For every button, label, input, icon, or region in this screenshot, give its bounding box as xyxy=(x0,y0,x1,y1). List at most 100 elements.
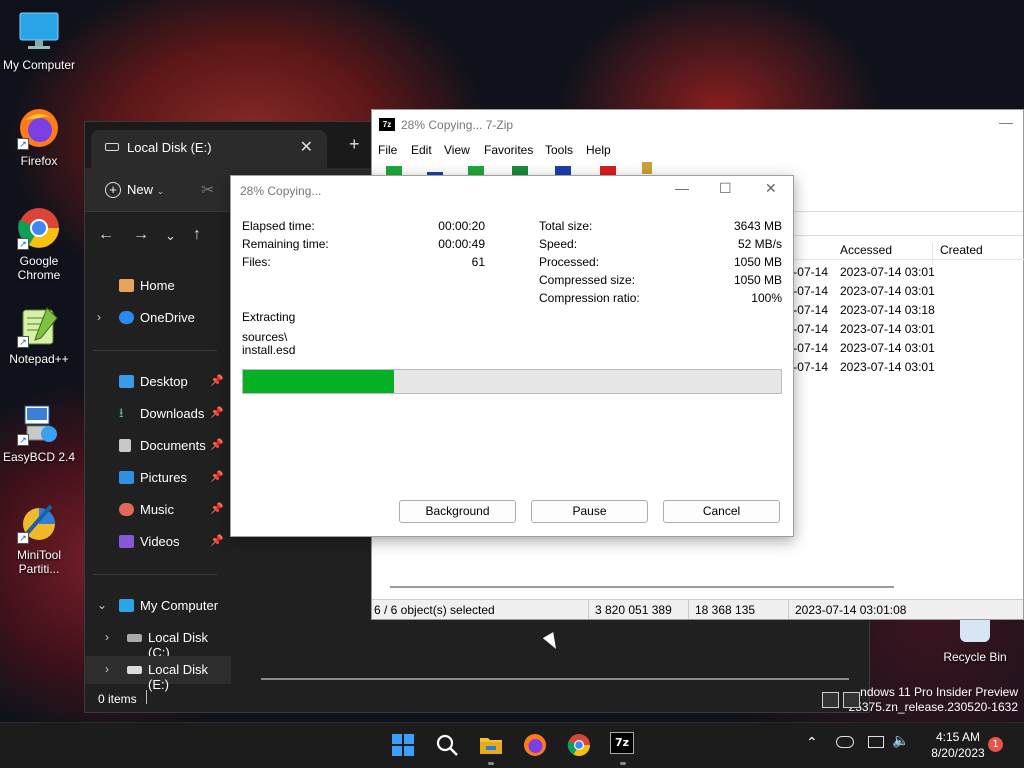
home-icon xyxy=(119,279,134,292)
taskbar-firefox[interactable] xyxy=(522,732,548,758)
chevron-down-icon: ⌄ xyxy=(156,186,165,196)
sevenzip-title: 28% Copying... 7-Zip xyxy=(401,118,514,132)
close-tab-icon[interactable]: ✕ xyxy=(300,137,313,157)
column-created[interactable]: Created xyxy=(940,243,983,257)
status-packed: 18 368 135 xyxy=(695,603,756,617)
sidebar-item-documents[interactable]: Documents 📌 xyxy=(85,432,231,460)
status-divider xyxy=(688,600,689,619)
info-icon[interactable] xyxy=(642,162,652,174)
maximize-icon[interactable]: ☐ xyxy=(719,180,732,197)
explorer-tab[interactable]: Local Disk (E:) ✕ xyxy=(91,130,327,168)
desktop-icon-chrome[interactable]: ↗ Google Chrome xyxy=(1,206,77,282)
details-view-icon[interactable] xyxy=(822,692,839,708)
drive-icon xyxy=(105,143,119,151)
sidebar-item-label: Home xyxy=(140,278,175,293)
desktop-icon-minitool[interactable]: ↗ MiniTool Partiti... xyxy=(1,500,77,576)
sidebar-item-local-disk-e[interactable]: › Local Disk (E:) xyxy=(85,656,231,692)
desktop-icon-my-computer[interactable]: My Computer xyxy=(1,10,77,72)
cell-accessed: 2023-07-14 03:01 xyxy=(840,360,935,374)
background-button[interactable]: Background xyxy=(399,500,516,523)
desktop-icon-firefox[interactable]: ↗ Firefox xyxy=(1,106,77,168)
sidebar-item-home[interactable]: Home xyxy=(85,272,231,300)
column-accessed[interactable]: Accessed xyxy=(840,243,892,257)
pin-icon[interactable]: 📌 xyxy=(210,534,224,547)
sidebar-item-local-disk-c[interactable]: › Local Disk (C:) xyxy=(85,624,231,660)
explorer-tab-title: Local Disk (E:) xyxy=(127,140,212,155)
desktop-icon-easybcd[interactable]: ↗ EasyBCD 2.4 xyxy=(1,402,77,464)
up-arrow-icon[interactable]: ↑ xyxy=(193,226,201,244)
chrome-icon xyxy=(567,734,590,756)
taskbar-clock[interactable]: 4:15 AM 8/20/2023 xyxy=(918,729,998,761)
shortcut-arrow-icon: ↗ xyxy=(17,138,29,150)
chevron-right-icon: › xyxy=(97,310,101,324)
new-tab-icon[interactable]: + xyxy=(349,134,360,155)
large-icons-view-icon[interactable] xyxy=(842,692,860,708)
forward-arrow-icon[interactable]: → xyxy=(133,226,149,244)
download-icon: ⭳ xyxy=(119,405,124,420)
network-icon[interactable] xyxy=(868,736,884,748)
sidebar-item-videos[interactable]: Videos 📌 xyxy=(85,528,231,556)
sidebar-item-desktop[interactable]: Desktop 📌 xyxy=(85,368,231,396)
taskbar-file-explorer[interactable] xyxy=(478,732,504,765)
notepadpp-icon: ↗ xyxy=(17,304,61,348)
cut-icon[interactable]: ✂ xyxy=(201,180,214,200)
progress-bar xyxy=(242,369,782,394)
sevenzip-logo-icon: 7z xyxy=(379,118,395,131)
copying-dialog[interactable]: 28% Copying... — ☐ ✕ Elapsed time: 00:00… xyxy=(230,175,794,537)
taskbar-chrome[interactable] xyxy=(566,732,592,758)
cell-modified: 2023-07-14 03:01 xyxy=(794,284,828,298)
search-button[interactable] xyxy=(434,732,460,758)
desktop-icon-recycle-bin[interactable]: Recycle Bin xyxy=(940,620,1010,664)
cancel-button[interactable]: Cancel xyxy=(663,500,780,523)
menu-help[interactable]: Help xyxy=(586,143,611,157)
elapsed-value: 00:00:20 xyxy=(438,219,485,233)
chevron-right-icon: › xyxy=(105,662,109,676)
volume-icon[interactable]: 🔈 xyxy=(892,733,909,749)
menu-view[interactable]: View xyxy=(444,143,470,157)
easybcd-icon: ↗ xyxy=(17,402,61,446)
desktop-icon-label: Firefox xyxy=(20,154,58,168)
sevenzip-column-headers: Accessed Created xyxy=(794,238,1024,265)
desktop-icon-notepadpp[interactable]: ↗ Notepad++ xyxy=(1,304,77,366)
horizontal-scrollbar[interactable] xyxy=(390,586,894,588)
horizontal-scrollbar[interactable] xyxy=(261,678,849,680)
sidebar-item-music[interactable]: Music 📌 xyxy=(85,496,231,524)
menu-favorites[interactable]: Favorites xyxy=(484,143,533,157)
notification-badge[interactable]: 1 xyxy=(988,737,1003,752)
pin-icon[interactable]: 📌 xyxy=(210,470,224,483)
total-size-label: Total size: xyxy=(539,219,593,233)
sidebar-item-pictures[interactable]: Pictures 📌 xyxy=(85,464,231,492)
sidebar-item-onedrive[interactable]: › OneDrive xyxy=(85,304,231,332)
watermark-line: ndows 11 Pro Insider Preview xyxy=(860,685,1018,699)
minimize-icon[interactable]: — xyxy=(675,180,689,196)
pin-icon[interactable]: 📌 xyxy=(210,374,224,387)
minimize-icon[interactable]: — xyxy=(999,114,1013,130)
cell-modified: 2023-07-14 03:01 xyxy=(794,322,828,336)
desktop-icon-label: MiniTool Partiti... xyxy=(16,548,61,576)
pause-button[interactable]: Pause xyxy=(531,500,648,523)
sidebar-item-downloads[interactable]: ⭳ Downloads 📌 xyxy=(85,400,231,428)
pin-icon[interactable]: 📌 xyxy=(210,406,224,419)
menu-tools[interactable]: Tools xyxy=(545,143,573,157)
onedrive-cloud-icon[interactable] xyxy=(836,736,854,748)
sidebar-item-my-computer[interactable]: ⌄ My Computer xyxy=(85,592,231,620)
start-button[interactable] xyxy=(390,732,416,758)
sidebar-divider xyxy=(93,574,217,575)
close-icon[interactable]: ✕ xyxy=(765,180,777,197)
chevron-down-icon: ⌄ xyxy=(97,598,108,612)
pin-icon[interactable]: 📌 xyxy=(210,502,224,515)
remaining-value: 00:00:49 xyxy=(438,237,485,251)
speed-label: Speed: xyxy=(539,237,578,251)
picture-icon xyxy=(119,471,134,484)
taskbar-7zip[interactable]: 7z xyxy=(610,732,636,765)
status-divider xyxy=(788,600,789,619)
pin-icon[interactable]: 📌 xyxy=(210,438,224,451)
back-arrow-icon[interactable]: ← xyxy=(98,226,114,244)
show-hidden-icons-chevron[interactable]: ⌃ xyxy=(806,735,818,751)
firefox-icon: ↗ xyxy=(17,106,61,150)
recycle-bin-icon xyxy=(960,620,990,642)
new-button[interactable]: + New ⌄ xyxy=(105,182,164,198)
recent-chevron-icon[interactable]: ⌄ xyxy=(165,228,176,244)
menu-file[interactable]: File xyxy=(378,143,397,157)
menu-edit[interactable]: Edit xyxy=(411,143,432,157)
